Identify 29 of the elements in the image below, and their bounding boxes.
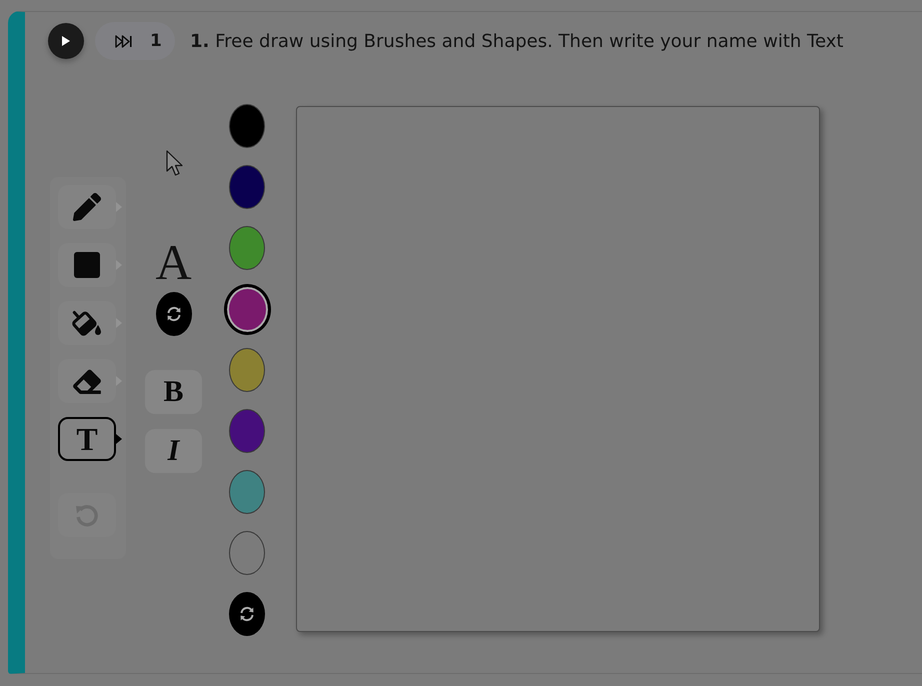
square-icon <box>74 252 100 278</box>
pencil-icon <box>73 193 101 221</box>
color-swatch[interactable] <box>229 531 265 575</box>
fill-tool-button[interactable] <box>58 301 116 345</box>
color-swatch[interactable] <box>229 470 265 514</box>
color-swatch[interactable] <box>229 165 265 209</box>
font-reset-button[interactable] <box>156 292 192 336</box>
color-swatch[interactable] <box>229 409 265 453</box>
color-swatch[interactable] <box>229 104 265 148</box>
font-glyph: A <box>155 240 192 284</box>
refresh-icon <box>166 306 182 322</box>
square-tool-button[interactable] <box>58 243 116 287</box>
eraser-icon <box>72 368 102 394</box>
italic-button[interactable]: I <box>145 429 202 473</box>
color-swatch[interactable] <box>229 226 265 270</box>
paint-bucket-icon <box>71 308 103 338</box>
color-reset-button[interactable] <box>229 592 265 636</box>
eraser-tool-button[interactable] <box>58 359 116 403</box>
color-swatch[interactable] <box>229 348 265 392</box>
text-tool-button[interactable]: T <box>58 417 116 461</box>
question-text: 1. Free draw using Brushes and Shapes. Then write your name with Text <box>190 30 844 52</box>
skip-forward-icon <box>115 34 132 48</box>
skip-button[interactable]: 1 <box>95 22 175 60</box>
play-button[interactable] <box>48 23 84 59</box>
refresh-icon <box>239 606 255 622</box>
pointer-notch <box>116 434 122 444</box>
bold-button[interactable]: B <box>145 370 202 414</box>
play-icon <box>62 36 70 46</box>
pencil-tool-button[interactable] <box>58 185 116 229</box>
